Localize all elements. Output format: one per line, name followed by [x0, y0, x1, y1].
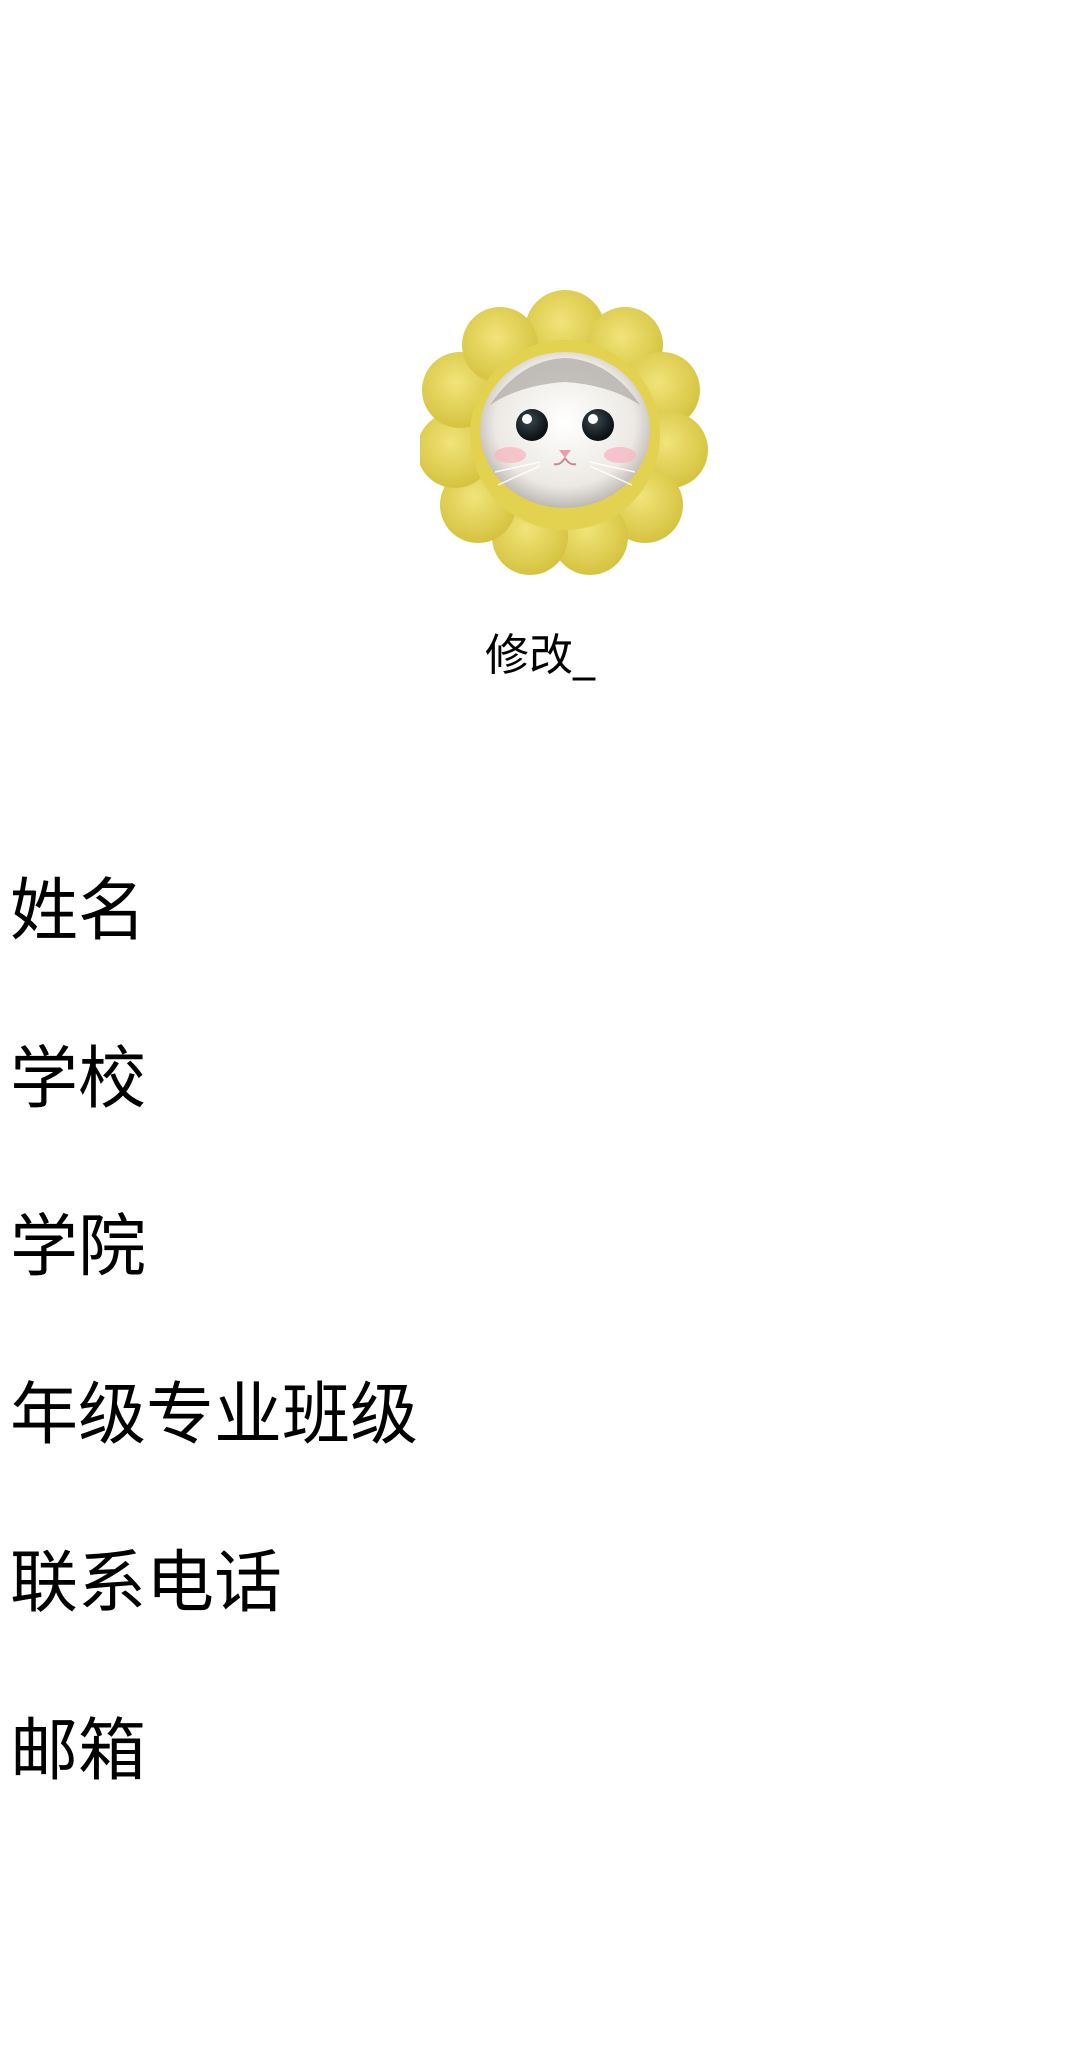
field-row-phone[interactable]: 联系电话 — [10, 1540, 1070, 1708]
field-row-email[interactable]: 邮箱 — [10, 1708, 1070, 1876]
field-label-grade-major-class: 年级专业班级 — [10, 1376, 419, 1455]
field-row-college[interactable]: 学院 — [10, 1204, 1070, 1372]
field-label-email: 邮箱 — [10, 1712, 147, 1791]
field-row-grade-major-class[interactable]: 年级专业班级 — [10, 1372, 1070, 1540]
field-label-college: 学院 — [10, 1208, 147, 1287]
field-label-phone: 联系电话 — [10, 1544, 283, 1623]
profile-avatar[interactable] — [420, 290, 710, 580]
field-row-name[interactable]: 姓名 — [10, 868, 1070, 1036]
edit-profile-link[interactable]: 修改_ — [0, 628, 1080, 684]
cat-avatar-icon — [420, 290, 708, 575]
field-row-school[interactable]: 学校 — [10, 1036, 1070, 1204]
field-label-school: 学校 — [10, 1040, 147, 1119]
field-label-name: 姓名 — [10, 872, 147, 951]
profile-field-list: 姓名 学校 学院 年级专业班级 联系电话 邮箱 — [10, 868, 1070, 1876]
